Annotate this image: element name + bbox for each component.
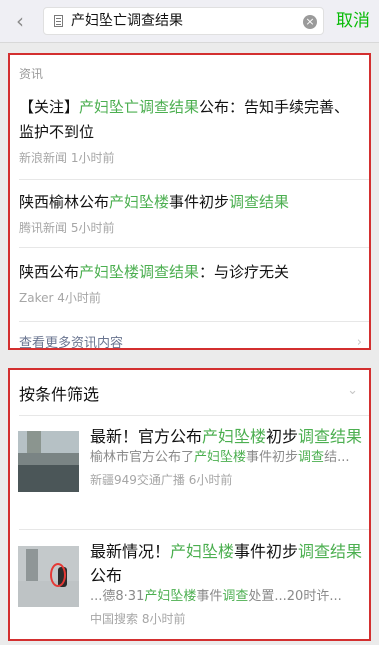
search-query-text: 产妇坠亡调查结果	[71, 13, 183, 29]
filter-result-item[interactable]: 最新情况！产妇坠楼事件初步调查结果公布 ...德8·31产妇坠楼事件调查处置..…	[90, 540, 368, 627]
divider	[19, 247, 369, 248]
news-title: 陕西公布产妇坠楼调查结果：与诊疗无关	[19, 263, 290, 281]
news-item[interactable]: 陕西榆林公布产妇坠楼事件初步调查结果 腾讯新闻 5小时前	[19, 190, 364, 236]
divider	[19, 179, 369, 180]
divider	[19, 415, 369, 416]
building-photo[interactable]	[18, 431, 79, 492]
search-input[interactable]: 产妇坠亡调查结果 ×	[43, 7, 324, 35]
result-snippet: 榆林市官方公布了产妇坠楼事件初步调查结...	[90, 450, 350, 465]
result-title: 最新！官方公布产妇坠楼初步调查结果	[90, 427, 363, 446]
news-title: 【关注】产妇坠亡调查结果公布：告知手续完善、监护不到位	[19, 98, 350, 141]
filter-result-item[interactable]: 最新！官方公布产妇坠楼初步调查结果 榆林市官方公布了产妇坠楼事件初步调查结...…	[90, 425, 368, 488]
news-title: 陕西榆林公布产妇坠楼事件初步调查结果	[19, 193, 290, 211]
divider	[19, 321, 369, 322]
news-panel: 资讯 【关注】产妇坠亡调查结果公布：告知手续完善、监护不到位 新浪新闻 1小时前…	[8, 53, 371, 351]
result-meta: 中国搜索 8小时前	[90, 612, 186, 626]
news-item[interactable]: 【关注】产妇坠亡调查结果公布：告知手续完善、监护不到位 新浪新闻 1小时前	[19, 95, 364, 166]
more-news-link[interactable]: 查看更多资讯内容	[19, 332, 123, 351]
result-meta: 新疆949交通广播 6小时前	[90, 473, 233, 487]
back-chevron-icon[interactable]: ‹	[16, 11, 28, 31]
news-meta: 新浪新闻 1小时前	[19, 151, 115, 165]
news-meta: Zaker 4小时前	[19, 291, 101, 305]
divider	[19, 529, 369, 530]
hallway-photo[interactable]	[18, 546, 79, 607]
filter-panel: 按条件筛选 ⌄ 最新！官方公布产妇坠楼初步调查结果 榆林市官方公布了产妇坠楼事件…	[8, 368, 371, 641]
result-title: 最新情况！产妇坠楼事件初步调查结果公布	[90, 542, 363, 585]
section-label: 资讯	[19, 67, 44, 81]
filter-title: 按条件筛选	[19, 385, 100, 404]
top-search-bar: ‹ 产妇坠亡调查结果 × 取消	[0, 0, 379, 43]
result-snippet: ...德8·31产妇坠楼事件调查处置...20时许...	[90, 589, 342, 604]
news-item[interactable]: 陕西公布产妇坠楼调查结果：与诊疗无关 Zaker 4小时前	[19, 260, 364, 306]
cancel-button[interactable]: 取消	[336, 10, 370, 32]
document-icon	[54, 15, 63, 27]
clear-icon[interactable]: ×	[303, 15, 317, 29]
chevron-right-icon[interactable]: ›	[357, 335, 362, 350]
news-meta: 腾讯新闻 5小时前	[19, 221, 115, 235]
chevron-down-icon[interactable]: ⌄	[347, 383, 358, 398]
